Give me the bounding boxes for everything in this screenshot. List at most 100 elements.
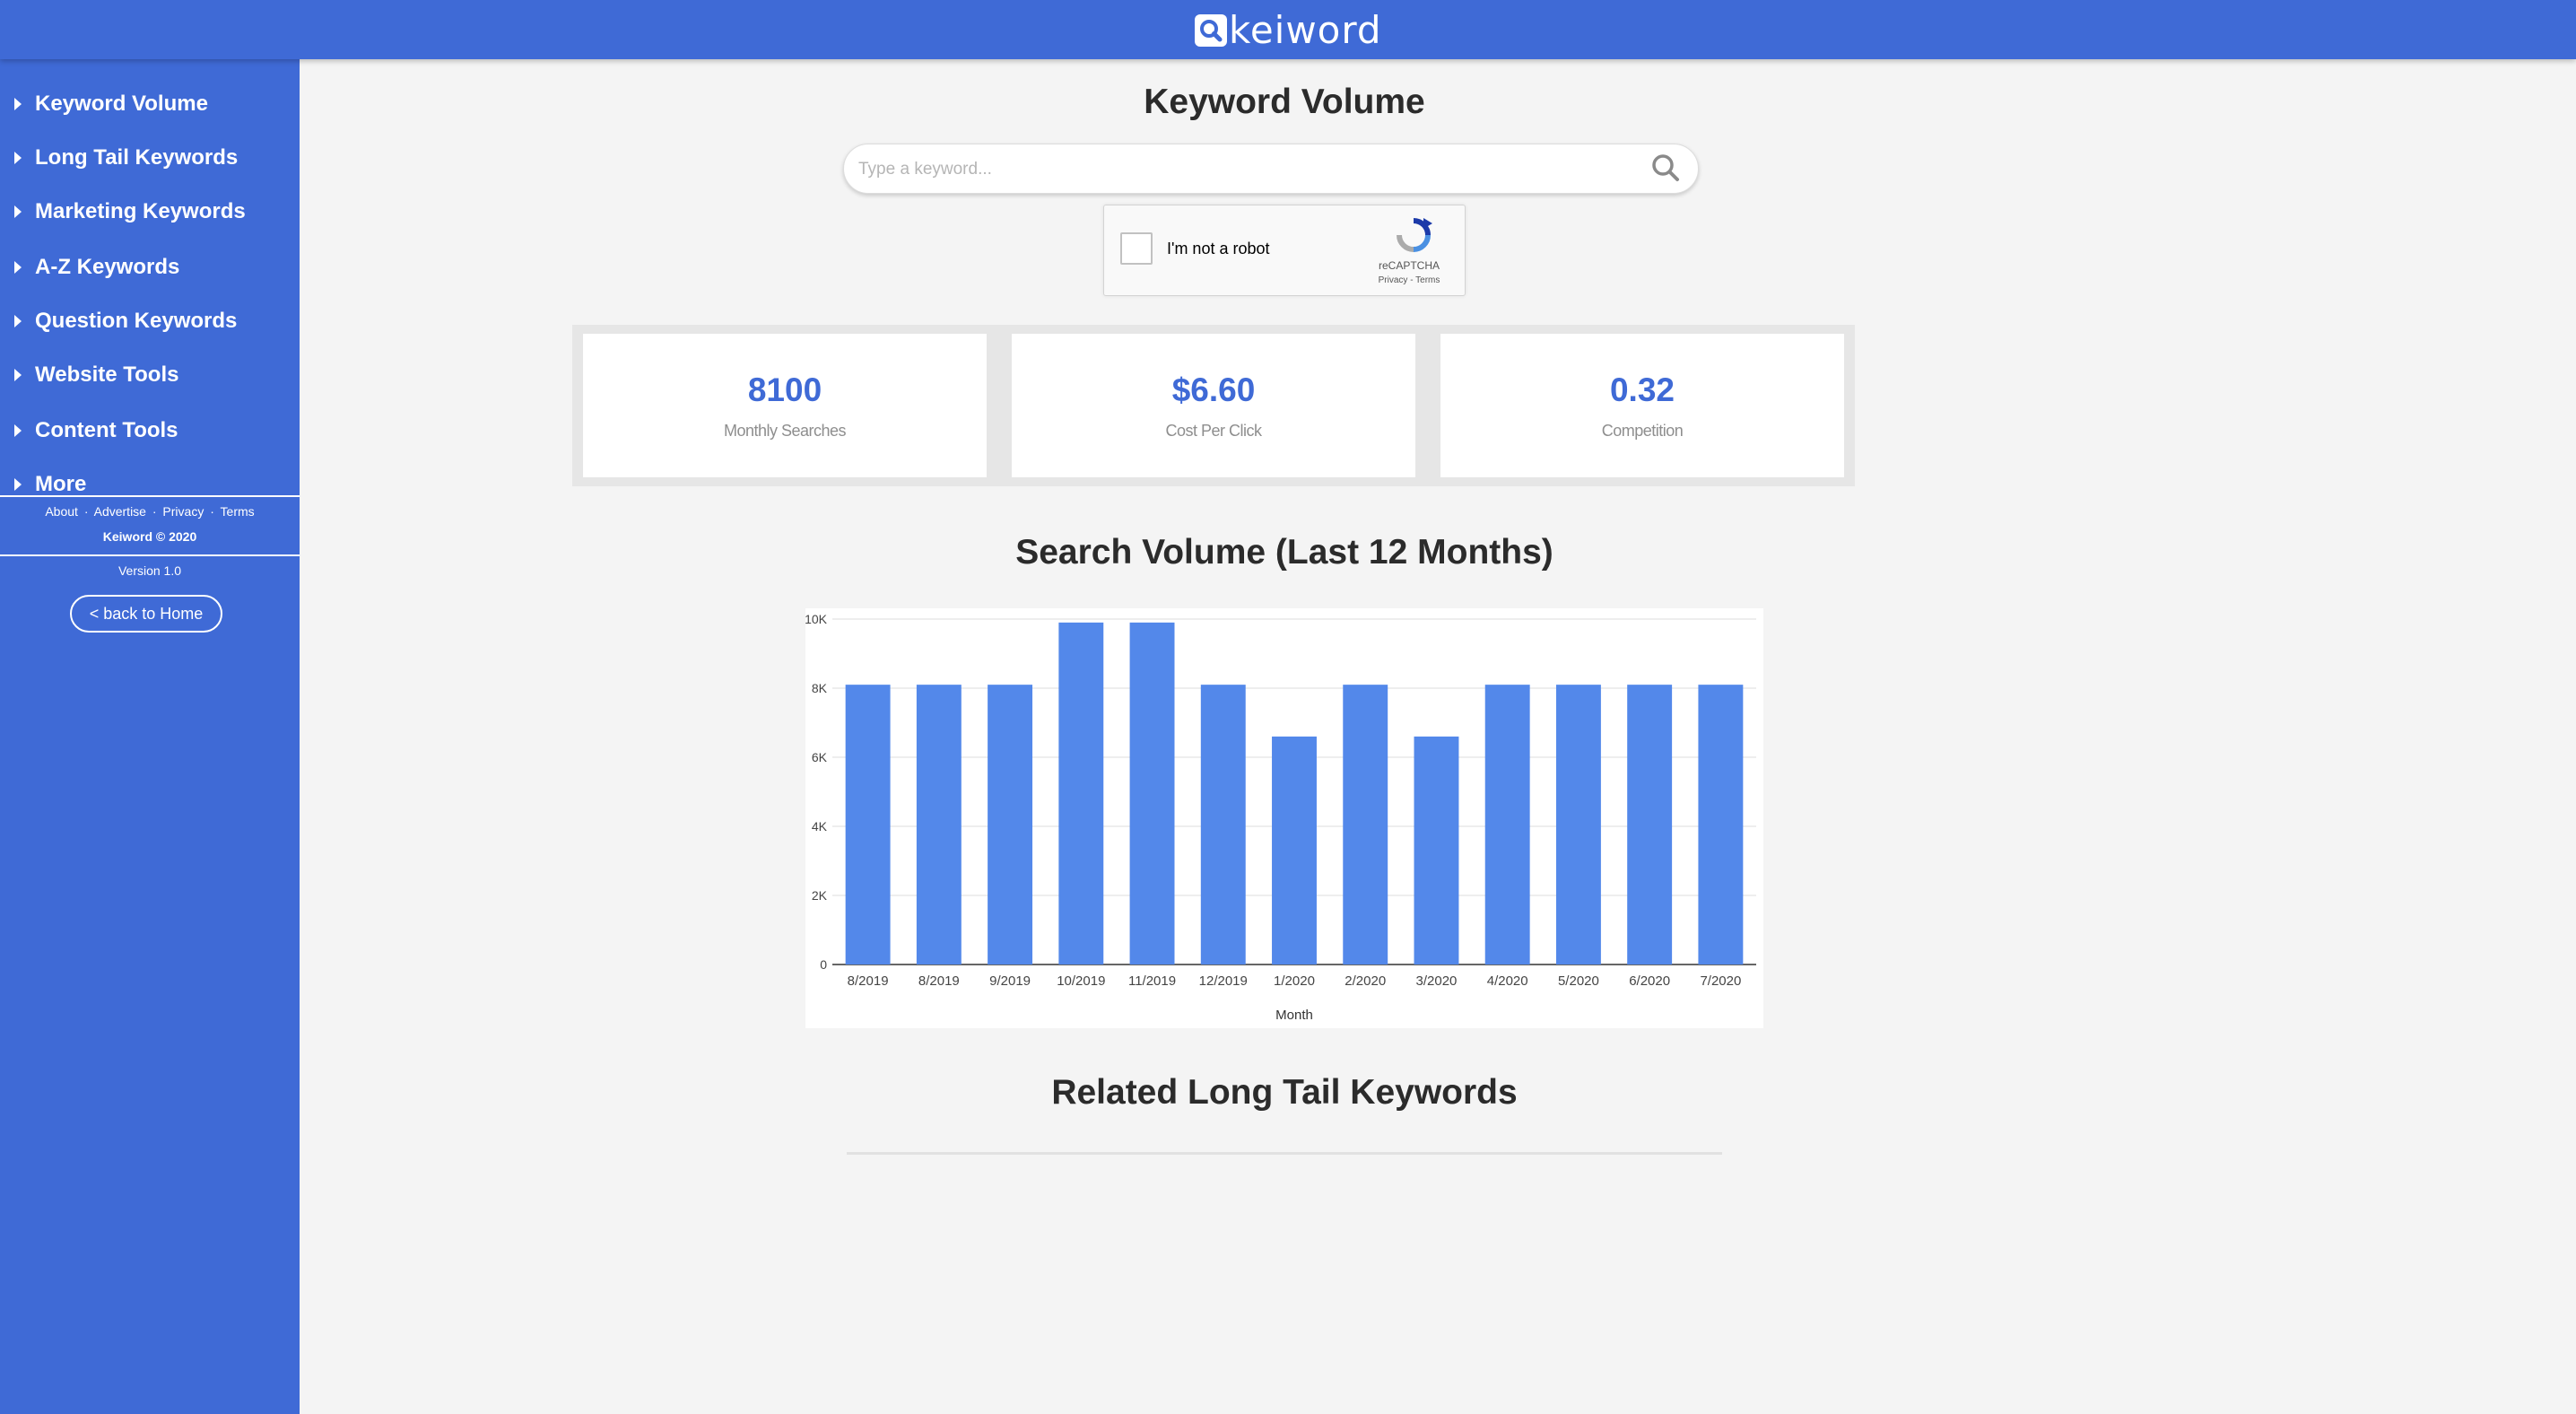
caret-right-icon: [14, 205, 22, 218]
stat-value: 0.32: [1609, 371, 1675, 408]
search-bar: [843, 144, 1699, 194]
bar[interactable]: [1627, 685, 1673, 964]
bar[interactable]: [1414, 736, 1459, 964]
back-to-home-button[interactable]: < back to Home: [70, 595, 222, 633]
footer-link-terms[interactable]: Terms: [221, 504, 255, 519]
bar[interactable]: [845, 685, 891, 964]
version-label: Version 1.0: [117, 563, 182, 578]
x-tick-label: 11/2019: [1128, 973, 1176, 989]
sidebar-item-label: Question Keywords: [35, 309, 238, 333]
caret-right-icon: [14, 98, 22, 110]
captcha-privacy-link[interactable]: Privacy: [1379, 275, 1408, 285]
stat-label: Monthly Searches: [723, 422, 847, 440]
brand-logo[interactable]: keiword: [1195, 7, 1382, 54]
caret-right-icon: [14, 315, 22, 327]
sidebar-item-content-tools[interactable]: Content Tools: [14, 413, 178, 449]
caret-right-icon: [14, 261, 22, 274]
caret-right-icon: [14, 478, 22, 491]
recaptcha-logo-icon: [1391, 216, 1436, 254]
captcha-checkbox[interactable]: [1120, 232, 1153, 265]
y-tick-label: 4K: [812, 819, 828, 834]
search-volume-chart: 0 2K 4K 6K 8K 10K 8/2019 8/2019 9/2019 10/2019 11/…: [805, 608, 1763, 1028]
sidebar-item-label: Website Tools: [35, 362, 179, 387]
y-tick-label: 2K: [812, 888, 828, 903]
sidebar: Keyword Volume Long Tail Keywords Market…: [0, 59, 300, 1414]
sidebar-item-long-tail-keywords[interactable]: Long Tail Keywords: [14, 140, 238, 176]
captcha-brand: reCAPTCHA: [1378, 259, 1440, 272]
sidebar-item-a-z-keywords[interactable]: A-Z Keywords: [14, 249, 179, 285]
caret-right-icon: [14, 369, 22, 381]
bar[interactable]: [1343, 685, 1388, 964]
sidebar-item-label: More: [35, 472, 87, 496]
sidebar-item-label: Long Tail Keywords: [35, 145, 239, 170]
y-tick-label: 8K: [812, 681, 828, 695]
x-tick-label: 3/2020: [1416, 973, 1458, 989]
chart-title: Search Volume (Last 12 Months): [1015, 533, 1553, 572]
caret-right-icon: [14, 152, 22, 164]
stat-label: Cost Per Click: [1165, 422, 1262, 440]
stat-value: 8100: [747, 371, 822, 408]
stats-panel: 8100 Monthly Searches $6.60 Cost Per Cli…: [572, 325, 1855, 486]
captcha-terms-link[interactable]: Terms: [1415, 275, 1440, 285]
related-title: Related Long Tail Keywords: [1051, 1073, 1518, 1112]
caret-right-icon: [14, 424, 22, 437]
x-tick-label: 6/2020: [1629, 973, 1670, 989]
bar[interactable]: [1272, 736, 1317, 964]
x-tick-label: 10/2019: [1057, 973, 1105, 989]
x-tick-label: 12/2019: [1199, 973, 1248, 989]
search-input[interactable]: [858, 153, 1630, 186]
bar[interactable]: [1484, 685, 1530, 964]
sidebar-item-label: Marketing Keywords: [35, 199, 246, 223]
sidebar-item-label: A-Z Keywords: [35, 255, 180, 279]
x-tick-label: 7/2020: [1700, 973, 1741, 989]
x-tick-label: 4/2020: [1487, 973, 1528, 989]
search-icon[interactable]: [1649, 151, 1684, 187]
sidebar-divider: [0, 495, 300, 497]
x-tick-label: 2/2020: [1345, 973, 1386, 989]
x-tick-label: 9/2019: [989, 973, 1031, 989]
section-divider: [847, 1152, 1722, 1155]
stat-value: $6.60: [1171, 371, 1256, 408]
y-tick-label: 0: [820, 957, 827, 972]
captcha-label: I'm not a robot: [1167, 240, 1270, 257]
link-separator: ·: [210, 504, 214, 519]
x-tick-label: 8/2019: [848, 973, 889, 989]
page-title: Keyword Volume: [1144, 83, 1425, 121]
stat-card-competition: 0.32 Competition: [1440, 334, 1844, 477]
footer-links: About · Advertise · Privacy · Terms: [0, 504, 300, 519]
bar[interactable]: [1200, 685, 1246, 964]
sidebar-item-question-keywords[interactable]: Question Keywords: [14, 303, 237, 339]
sidebar-item-keyword-volume[interactable]: Keyword Volume: [14, 86, 208, 122]
sidebar-item-website-tools[interactable]: Website Tools: [14, 357, 178, 393]
sidebar-item-label: Keyword Volume: [35, 92, 208, 116]
bar[interactable]: [988, 685, 1033, 964]
copyright: Keiword © 2020: [102, 529, 197, 544]
sidebar-item-marketing-keywords[interactable]: Marketing Keywords: [14, 194, 246, 230]
brand-name: keiword: [1229, 8, 1382, 52]
sidebar-item-more[interactable]: More: [14, 467, 86, 502]
x-tick-label: 5/2020: [1558, 973, 1599, 989]
footer-link-about[interactable]: About: [45, 504, 78, 519]
footer-link-advertise[interactable]: Advertise: [94, 504, 146, 519]
bar[interactable]: [1698, 685, 1744, 964]
bar[interactable]: [916, 685, 962, 964]
sidebar-divider: [0, 554, 300, 556]
bar-chart: 0 2K 4K 6K 8K 10K 8/2019 8/2019 9/2019 10/2019 11/…: [805, 612, 1756, 1023]
stat-card-cost-per-click: $6.60 Cost Per Click: [1012, 334, 1415, 477]
stat-card-monthly-searches: 8100 Monthly Searches: [583, 334, 987, 477]
y-tick-label: 6K: [812, 750, 828, 764]
captcha-links: Privacy - Terms: [1355, 275, 1463, 285]
captcha-separator: -: [1410, 275, 1414, 285]
x-tick-label: 8/2019: [918, 973, 960, 989]
link-separator: ·: [152, 504, 157, 519]
x-axis-label: Month: [1275, 1008, 1313, 1023]
top-bar: keiword: [0, 0, 2576, 59]
sidebar-item-label: Content Tools: [35, 418, 178, 442]
bar[interactable]: [1555, 685, 1601, 964]
recaptcha-widget: I'm not a robot reCAPTCHA Privacy - Term…: [1103, 205, 1466, 296]
search-icon: [1195, 14, 1227, 47]
bar[interactable]: [1058, 622, 1104, 964]
x-tick-label: 1/2020: [1274, 973, 1315, 989]
bar[interactable]: [1129, 622, 1175, 964]
footer-link-privacy[interactable]: Privacy: [162, 504, 204, 519]
